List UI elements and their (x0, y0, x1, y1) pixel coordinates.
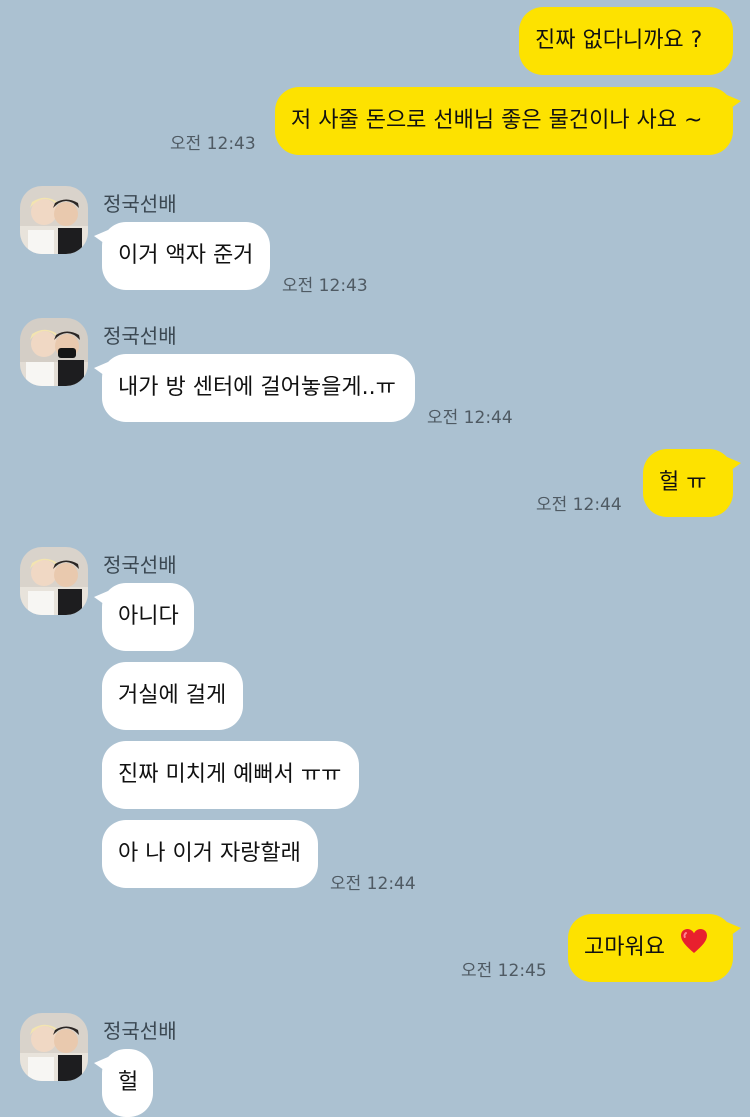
message-timestamp: 오전 12:43 (282, 276, 368, 296)
message-text: 저 사줄 돈으로 선배님 좋은 물건이나 사요 ~ (291, 108, 703, 133)
received-message-bubble[interactable]: 거실에 걸게 (102, 662, 243, 730)
message-timestamp: 오전 12:44 (330, 874, 416, 894)
sender-name: 정국선배 (103, 324, 177, 348)
message-text: 아니다 (118, 604, 179, 629)
message-timestamp: 오전 12:44 (536, 495, 622, 515)
my-message-bubble[interactable]: 고마워요 (568, 914, 741, 982)
message-timestamp: 오전 12:45 (461, 961, 547, 981)
sender-avatar[interactable] (20, 547, 88, 615)
my-message-bubble[interactable]: 저 사줄 돈으로 선배님 좋은 물건이나 사요 ~ (275, 87, 741, 155)
sender-name: 정국선배 (103, 553, 177, 577)
avatar-photo (20, 318, 88, 386)
my-message-bubble[interactable]: 헐 ㅠ (643, 449, 741, 517)
message-text: 고마워요 (584, 935, 665, 960)
avatar-photo (20, 1013, 88, 1081)
red-heart-icon (680, 914, 708, 982)
chat-room[interactable]: 진짜 없다니까요 ? 저 사줄 돈으로 선배님 좋은 물건이나 사요 ~ 오전 … (0, 0, 750, 1117)
avatar-photo (20, 186, 88, 254)
received-message-bubble[interactable]: 진짜 미치게 예뻐서 ㅠㅠ (102, 741, 359, 809)
message-timestamp: 오전 12:44 (427, 408, 513, 428)
message-timestamp: 오전 12:43 (170, 134, 256, 154)
message-text: 이거 액자 준거 (118, 243, 254, 268)
sender-name: 정국선배 (103, 1019, 177, 1043)
received-message-bubble[interactable]: 내가 방 센터에 걸어놓을게..ㅠ (94, 354, 415, 422)
sender-avatar[interactable] (20, 186, 88, 254)
my-message-bubble[interactable]: 진짜 없다니까요 ? (519, 7, 733, 75)
message-text: 거실에 걸게 (118, 683, 227, 708)
message-text: 헐 (118, 1070, 139, 1095)
message-text: 진짜 미치게 예뻐서 ㅠㅠ (118, 762, 342, 787)
message-text: 진짜 없다니까요 ? (535, 28, 703, 53)
avatar-photo (20, 547, 88, 615)
sender-avatar[interactable] (20, 1013, 88, 1081)
message-text: 아 나 이거 자랑할래 (118, 841, 301, 866)
sender-avatar[interactable] (20, 318, 88, 386)
received-message-bubble[interactable]: 아니다 (94, 583, 194, 651)
received-message-bubble[interactable]: 아 나 이거 자랑할래 (102, 820, 318, 888)
message-text: 헐 ㅠ (659, 470, 707, 495)
received-message-bubble[interactable]: 이거 액자 준거 (94, 222, 270, 290)
message-text: 내가 방 센터에 걸어놓을게..ㅠ (118, 375, 396, 400)
sender-name: 정국선배 (103, 192, 177, 216)
